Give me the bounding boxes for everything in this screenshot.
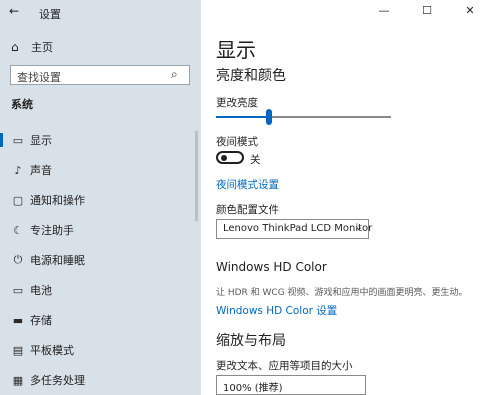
chevron-down-icon: ⌄ — [354, 222, 363, 233]
brightness-section-heading: 亮度和颜色 — [216, 68, 286, 84]
page-title: 显示 — [216, 38, 256, 62]
scale-value: 100% (推荐) — [223, 383, 283, 394]
sidebar-item-label: 通知和操作 — [30, 194, 85, 207]
sidebar-item-tablet-mode[interactable]: ▤ 平板模式 — [0, 338, 201, 362]
hd-color-settings-link[interactable]: Windows HD Color 设置 — [216, 303, 337, 318]
slider-fill — [216, 116, 269, 118]
sidebar-item-label: 存储 — [30, 314, 52, 327]
multitask-icon: ▦ — [12, 373, 24, 387]
sidebar-item-label: 专注助手 — [30, 224, 74, 237]
sidebar-item-storage[interactable]: ▬ 存储 — [0, 308, 201, 332]
sidebar-item-label: 声音 — [30, 164, 52, 177]
sidebar-item-label: 电池 — [30, 284, 52, 297]
night-mode-label: 夜间模式 — [216, 136, 258, 148]
notification-icon: ▢ — [12, 193, 24, 207]
home-icon: ⌂ — [11, 40, 19, 54]
power-icon: ⏻ — [13, 253, 23, 266]
scale-section-heading: 缩放与布局 — [216, 333, 286, 349]
color-profile-dropdown[interactable]: Lenovo ThinkPad LCD Monitor ⌄ — [216, 219, 373, 239]
sidebar-item-label: 电源和睡眠 — [30, 254, 85, 267]
night-mode-toggle[interactable] — [216, 151, 244, 164]
sidebar-item-sound[interactable]: ♪ 声音 — [0, 158, 201, 182]
sidebar-item-display[interactable]: ▭ 显示 — [0, 128, 201, 152]
night-mode-state: 关 — [250, 154, 261, 166]
hd-color-heading: Windows HD Color — [216, 260, 327, 274]
sidebar-item-power-sleep[interactable]: ⏻ 电源和睡眠 — [0, 248, 201, 272]
slider-thumb[interactable] — [266, 109, 272, 125]
main-content: — ☐ ✕ 显示 亮度和颜色 更改亮度 夜间模式 关 夜间模式设置 颜色配置文件… — [201, 0, 500, 395]
night-mode-settings-link[interactable]: 夜间模式设置 — [216, 177, 279, 192]
hd-color-description: 让 HDR 和 WCG 视频、游戏和应用中的画面更明亮、更生动。 — [216, 288, 468, 298]
sidebar-home[interactable]: ⌂ 主页 — [11, 39, 53, 55]
brightness-slider[interactable] — [216, 109, 391, 125]
sidebar-scrollbar[interactable] — [195, 131, 198, 221]
sidebar-item-notifications[interactable]: ▢ 通知和操作 — [0, 188, 201, 212]
sidebar-item-multitasking[interactable]: ▦ 多任务处理 — [0, 368, 201, 392]
sidebar-item-label: 多任务处理 — [30, 374, 85, 387]
search-icon[interactable]: ⌕ — [171, 67, 183, 83]
maximize-button[interactable]: ☐ — [407, 0, 447, 24]
scale-dropdown[interactable]: 100% (推荐) — [216, 375, 366, 395]
speaker-icon: ♪ — [14, 163, 22, 177]
scale-label: 更改文本、应用等项目的大小 — [216, 360, 353, 372]
storage-icon: ▬ — [12, 313, 24, 327]
home-label: 主页 — [31, 41, 53, 54]
color-profile-label: 颜色配置文件 — [216, 204, 279, 216]
color-profile-value: Lenovo ThinkPad LCD Monitor — [223, 223, 373, 234]
sidebar-item-label: 显示 — [30, 134, 52, 147]
search-placeholder: 查找设置 — [17, 71, 61, 84]
sidebar-item-focus-assist[interactable]: ☾ 专注助手 — [0, 218, 201, 242]
back-arrow-icon[interactable]: ← — [9, 4, 19, 18]
brightness-label: 更改亮度 — [216, 97, 258, 109]
app-title: 设置 — [39, 8, 61, 21]
moon-icon: ☾ — [13, 223, 23, 237]
search-input[interactable]: 查找设置 ⌕ — [10, 65, 190, 85]
display-icon: ▭ — [12, 133, 24, 147]
tablet-icon: ▤ — [12, 343, 24, 357]
sidebar-item-battery[interactable]: ▭ 电池 — [0, 278, 201, 302]
sidebar: ← 设置 ⌂ 主页 查找设置 ⌕ 系统 ▭ 显示 ♪ 声音 ▢ 通知和操作 ☾ … — [0, 0, 201, 395]
toggle-knob — [221, 155, 227, 161]
sidebar-item-label: 平板模式 — [30, 344, 74, 357]
minimize-button[interactable]: — — [364, 0, 404, 24]
title-bar: ← 设置 — [0, 0, 201, 24]
settings-window: ← 设置 ⌂ 主页 查找设置 ⌕ 系统 ▭ 显示 ♪ 声音 ▢ 通知和操作 ☾ … — [0, 0, 500, 395]
section-label: 系统 — [11, 98, 33, 111]
battery-icon: ▭ — [12, 283, 24, 297]
close-button[interactable]: ✕ — [450, 0, 490, 24]
